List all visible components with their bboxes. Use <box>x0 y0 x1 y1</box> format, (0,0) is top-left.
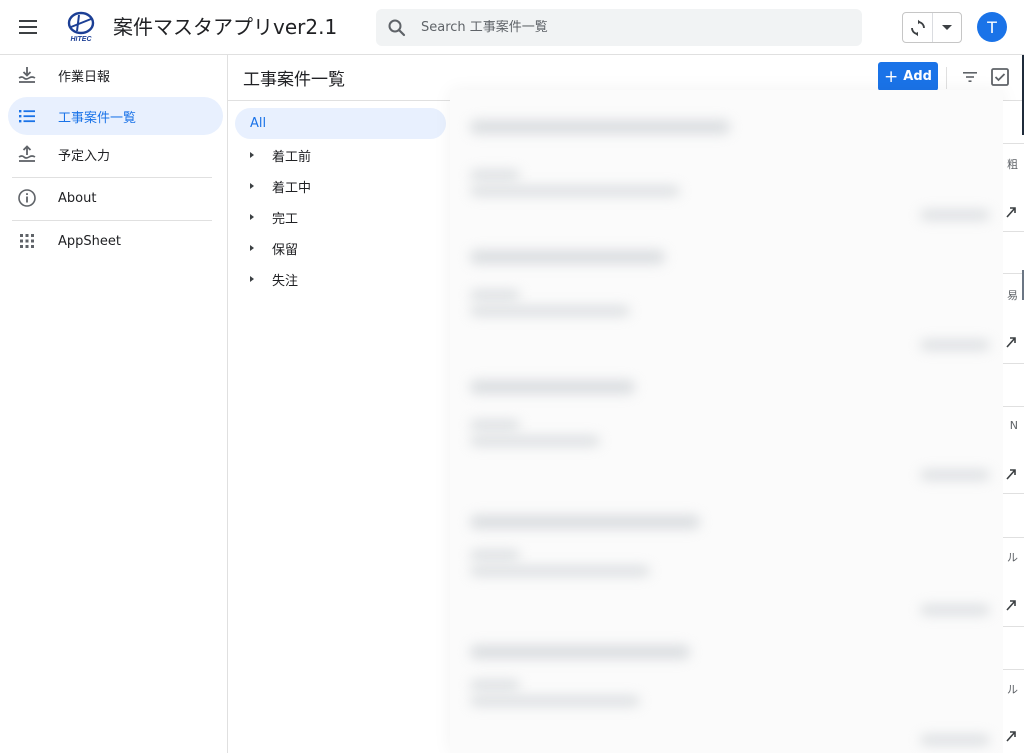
expand-triangle-icon <box>250 245 254 251</box>
blurred-card[interactable] <box>450 230 1003 358</box>
hitec-logo-icon: HITEC <box>67 11 95 43</box>
open-arrow-icon[interactable] <box>1004 205 1018 219</box>
nav-item-schedule-input[interactable]: 予定入力 <box>8 135 223 173</box>
sliver-divider <box>1003 143 1024 144</box>
group-label: 着工前 <box>272 149 312 165</box>
plus-icon: + <box>884 66 899 87</box>
view-title: 工事案件一覧 <box>243 70 345 90</box>
caret-down-icon <box>942 24 953 30</box>
expand-triangle-icon <box>250 214 254 220</box>
detail-edge-sliver: 粗 易 N ル ル <box>1003 101 1024 753</box>
group-item[interactable]: 着工前 <box>246 141 446 169</box>
expand-triangle-icon <box>250 183 254 189</box>
group-label: 着工中 <box>272 180 312 196</box>
nav-divider <box>12 177 212 178</box>
download-tray-icon <box>18 67 36 83</box>
nav-divider <box>12 220 212 221</box>
list-icon <box>19 110 35 123</box>
sliver-divider <box>1003 363 1024 364</box>
sliver-divider <box>1003 273 1024 274</box>
nav-label: AppSheet <box>58 233 121 249</box>
add-button[interactable]: + Add <box>878 62 938 91</box>
search-box[interactable] <box>376 9 862 46</box>
hamburger-menu-icon <box>19 20 37 34</box>
blurred-card[interactable] <box>450 360 1003 488</box>
header-separator <box>946 67 947 89</box>
sliver-text: ル <box>1007 551 1018 564</box>
sliver-divider <box>1003 626 1024 627</box>
group-item[interactable]: 完工 <box>246 203 446 231</box>
open-arrow-icon[interactable] <box>1004 598 1018 612</box>
add-button-label: Add <box>903 69 932 84</box>
sync-icon <box>910 19 925 36</box>
nav-label: 作業日報 <box>58 69 111 85</box>
nav-label: 予定入力 <box>58 148 111 164</box>
filter-icon[interactable] <box>960 67 980 87</box>
open-arrow-icon[interactable] <box>1004 729 1018 743</box>
blurred-card[interactable] <box>450 495 1003 623</box>
side-navigation: 作業日報 工事案件一覧 予定入力 About AppSheet <box>0 55 228 753</box>
group-item[interactable]: 保留 <box>246 234 446 262</box>
group-list: All 着工前 着工中 完工 保留 失注 <box>228 101 450 753</box>
sliver-divider <box>1003 669 1024 670</box>
sync-control <box>902 12 962 43</box>
nav-label: 工事案件一覧 <box>58 110 137 126</box>
info-icon <box>18 189 36 207</box>
sliver-text: 易 <box>1007 289 1018 302</box>
user-avatar[interactable]: T <box>977 12 1007 42</box>
group-all-label: All <box>250 116 267 131</box>
nav-item-about[interactable]: About <box>8 179 223 217</box>
sync-button[interactable] <box>903 13 934 42</box>
grid-apps-icon <box>20 234 34 248</box>
nav-item-construction-list[interactable]: 工事案件一覧 <box>8 97 223 135</box>
group-label: 失注 <box>272 273 299 289</box>
sliver-text: 粗 <box>1007 158 1018 171</box>
group-item[interactable]: 着工中 <box>246 172 446 200</box>
open-arrow-icon[interactable] <box>1004 335 1018 349</box>
nav-label: About <box>58 190 97 206</box>
upload-tray-icon <box>18 145 36 162</box>
blurred-card-list <box>450 90 1003 753</box>
blurred-card[interactable] <box>450 625 1003 753</box>
sync-dropdown-button[interactable] <box>933 13 961 42</box>
expand-triangle-icon <box>250 152 254 158</box>
open-arrow-icon[interactable] <box>1004 467 1018 481</box>
sliver-text: N <box>1009 419 1018 432</box>
sliver-divider <box>1003 493 1024 494</box>
nav-item-work-report[interactable]: 作業日報 <box>8 56 223 94</box>
svg-text:HITEC: HITEC <box>71 36 93 43</box>
sliver-divider <box>1003 231 1024 232</box>
sliver-divider <box>1003 406 1024 407</box>
group-item[interactable]: 失注 <box>246 265 446 293</box>
select-checkbox-icon[interactable] <box>989 66 1011 88</box>
nav-item-appsheet[interactable]: AppSheet <box>8 222 223 260</box>
group-all[interactable]: All <box>235 108 446 139</box>
app-title: 案件マスタアプリver2.1 <box>113 15 338 39</box>
expand-triangle-icon <box>250 276 254 282</box>
group-label: 保留 <box>272 242 299 258</box>
menu-button[interactable] <box>13 12 43 42</box>
blurred-card[interactable] <box>450 100 1003 228</box>
app-bar: HITEC 案件マスタアプリver2.1 T <box>0 0 1024 55</box>
group-label: 完工 <box>272 211 299 227</box>
search-input[interactable] <box>421 20 841 35</box>
sliver-divider <box>1003 537 1024 538</box>
search-icon <box>388 19 406 36</box>
sliver-text: ル <box>1007 683 1018 696</box>
